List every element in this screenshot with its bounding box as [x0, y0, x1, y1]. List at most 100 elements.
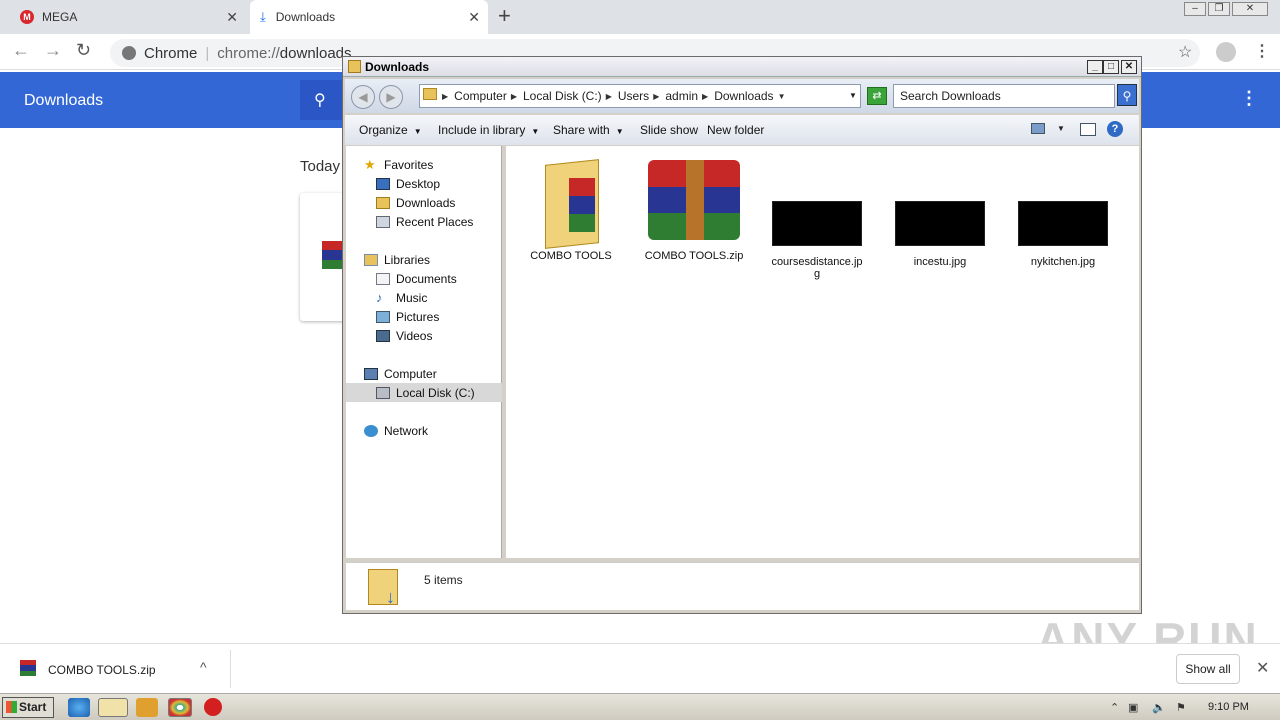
folder-icon	[348, 60, 361, 73]
show-all-button[interactable]: Show all	[1176, 654, 1240, 684]
network-tray-icon[interactable]: ▣	[1128, 701, 1138, 714]
forward-button[interactable]: ▶	[379, 85, 403, 109]
view-icon[interactable]	[1031, 123, 1045, 134]
volume-icon[interactable]: 🔈	[1152, 701, 1166, 714]
preview-pane-icon[interactable]	[1080, 123, 1096, 136]
breadcrumb-arrow-icon[interactable]: ▶	[511, 92, 517, 101]
file-item[interactable]: incestu.jpg	[885, 201, 995, 268]
menu-icon[interactable]: ⋮	[1254, 41, 1270, 61]
nav-local-disk[interactable]: Local Disk (C:)	[346, 383, 502, 402]
tab-downloads-label: Downloads	[275, 10, 336, 24]
nav-network-label: Network	[384, 423, 429, 438]
search-icon[interactable]: ⚲	[1117, 84, 1137, 106]
search-icon[interactable]: ⚲	[314, 90, 326, 110]
back-button[interactable]: ◀	[351, 85, 375, 109]
breadcrumb-arrow-icon[interactable]: ▶	[702, 92, 708, 101]
organize-button[interactable]: Organize ▼	[359, 123, 422, 137]
winrar-icon	[20, 660, 36, 676]
nav-network[interactable]: Network	[346, 421, 502, 440]
close-button[interactable]: ✕	[1121, 60, 1137, 74]
address-dropdown-icon[interactable]: ▼	[849, 91, 857, 100]
nav-music-label: Music	[396, 290, 428, 305]
file-item[interactable]: nykitchen.jpg	[1008, 201, 1118, 268]
search-input[interactable]	[893, 84, 1115, 108]
nav-documents[interactable]: Documents	[346, 269, 502, 288]
nav-desktop[interactable]: Desktop	[346, 174, 502, 193]
nav-libraries[interactable]: Libraries	[346, 250, 502, 269]
nav-computer[interactable]: Computer	[346, 364, 502, 383]
chrome-icon	[122, 46, 136, 60]
forward-icon[interactable]: →	[44, 40, 62, 61]
breadcrumb-computer[interactable]: Computer	[454, 89, 507, 103]
download-icon: ⤓	[260, 9, 266, 24]
new-tab-button[interactable]: +	[498, 4, 511, 28]
more-options-icon[interactable]: ⋮	[1240, 88, 1258, 109]
nav-favorites[interactable]: ★ Favorites	[346, 155, 502, 174]
nav-documents-label: Documents	[396, 271, 457, 286]
tray-expand-icon[interactable]: ⌃	[1110, 701, 1119, 714]
title-bar[interactable]: Downloads _ □ ✕	[343, 57, 1141, 77]
shelf-filename[interactable]: COMBO TOOLS.zip	[48, 663, 156, 677]
file-name: COMBO TOOLS	[530, 250, 612, 262]
maximize-button[interactable]: □	[1103, 60, 1119, 74]
nav-desktop-label: Desktop	[396, 176, 441, 191]
reload-icon[interactable]: ↻	[76, 40, 91, 61]
minimize-button[interactable]: _	[1087, 60, 1103, 74]
media-player-icon[interactable]	[136, 698, 158, 717]
libraries-icon	[364, 253, 378, 266]
videos-icon	[376, 329, 390, 342]
music-icon: ♪	[376, 289, 383, 305]
view-dropdown-icon[interactable]: ▼	[1057, 124, 1065, 133]
explorer-taskbar-icon[interactable]	[98, 698, 128, 717]
documents-icon	[376, 272, 390, 285]
breadcrumb-local-disk[interactable]: Local Disk (C:)	[523, 89, 602, 103]
help-icon[interactable]: ?	[1107, 121, 1123, 137]
organize-label: Organize	[359, 123, 408, 137]
breadcrumb-arrow-icon[interactable]: ▼	[778, 92, 786, 101]
nav-music[interactable]: ♪ Music	[346, 288, 502, 307]
slide-show-button[interactable]: Slide show	[640, 123, 698, 137]
nav-downloads[interactable]: Downloads	[346, 193, 502, 212]
close-window-button[interactable]: ✕	[1232, 2, 1268, 16]
refresh-icon[interactable]: ⇄	[867, 87, 887, 105]
chrome-taskbar-icon[interactable]	[168, 698, 192, 717]
explorer-window: Downloads _ □ ✕ ◀ ▶ ▶ Computer ▶ Local D…	[342, 56, 1142, 614]
nav-pictures-label: Pictures	[396, 309, 440, 324]
address-bar[interactable]: ▶ Computer ▶ Local Disk (C:) ▶ Users ▶ a…	[419, 84, 861, 108]
back-icon[interactable]: ←	[12, 40, 30, 61]
file-item[interactable]: COMBO TOOLS	[516, 154, 626, 262]
clock: 9:10 PM	[1208, 701, 1249, 713]
start-button[interactable]: Start	[2, 697, 54, 718]
tab-downloads[interactable]: ⤓ Downloads ✕	[250, 0, 488, 34]
omnibox-separator: |	[205, 44, 210, 62]
close-icon[interactable]: ✕	[226, 9, 238, 26]
file-item[interactable]: coursesdistance.jpg	[762, 201, 872, 280]
tab-mega[interactable]: M MEGA ✕	[10, 0, 246, 34]
profile-avatar[interactable]	[1216, 42, 1236, 62]
nav-pictures[interactable]: Pictures	[346, 307, 502, 326]
file-item[interactable]: COMBO TOOLS.zip	[639, 154, 749, 262]
network-icon	[364, 424, 378, 437]
security-icon[interactable]	[204, 698, 222, 716]
breadcrumb-users[interactable]: Users	[618, 89, 649, 103]
minimize-button[interactable]: –	[1184, 2, 1206, 16]
flag-icon[interactable]: ⚑	[1176, 701, 1186, 714]
share-with-button[interactable]: Share with ▼	[553, 123, 624, 137]
nav-recent-places[interactable]: Recent Places	[346, 212, 502, 231]
new-folder-button[interactable]: New folder	[707, 123, 764, 137]
include-in-library-button[interactable]: Include in library ▼	[438, 123, 539, 137]
breadcrumb-arrow-icon[interactable]: ▶	[442, 92, 448, 101]
close-icon[interactable]: ✕	[468, 9, 480, 26]
file-name: coursesdistance.jpg	[771, 256, 863, 280]
internet-explorer-icon[interactable]	[68, 698, 90, 717]
bookmark-star-icon[interactable]: ☆	[1178, 42, 1192, 62]
breadcrumb-downloads[interactable]: Downloads	[714, 89, 773, 103]
breadcrumb-admin[interactable]: admin	[665, 89, 698, 103]
nav-videos[interactable]: Videos	[346, 326, 502, 345]
breadcrumb-arrow-icon[interactable]: ▶	[606, 92, 612, 101]
breadcrumb-arrow-icon[interactable]: ▶	[653, 92, 659, 101]
close-icon[interactable]: ✕	[1256, 658, 1269, 678]
restore-button[interactable]: ❐	[1208, 2, 1230, 16]
chevron-up-icon[interactable]: ^	[200, 659, 207, 675]
winrar-icon	[648, 160, 740, 240]
